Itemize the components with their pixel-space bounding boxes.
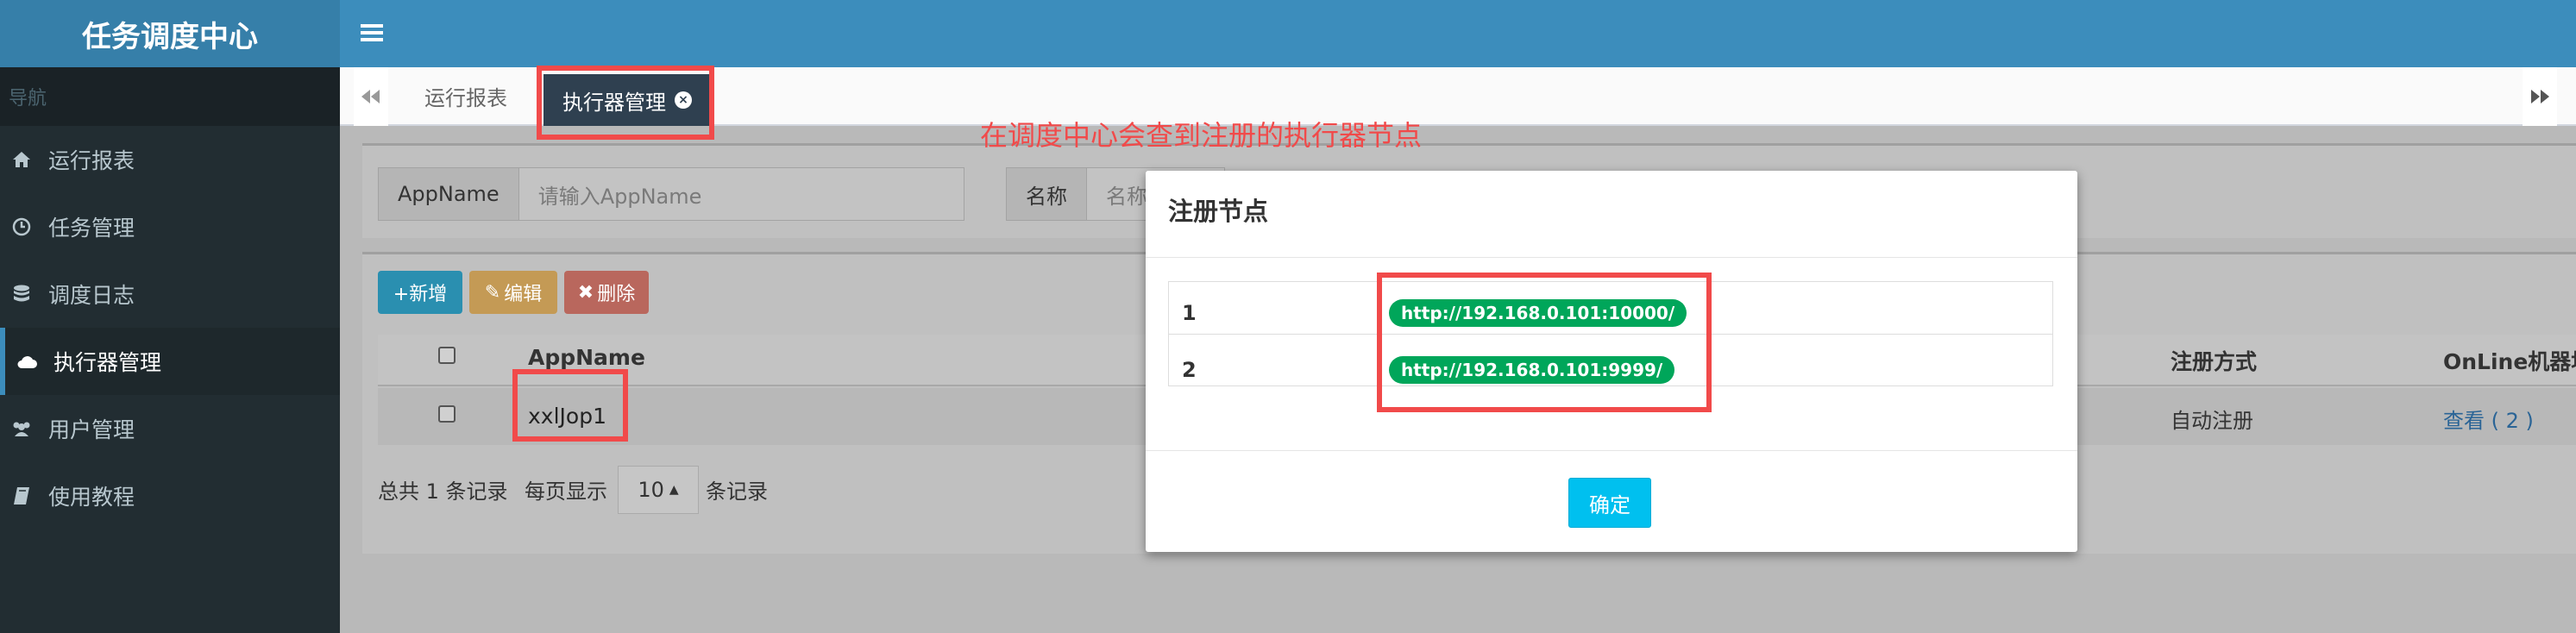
tab-report[interactable]: 运行报表 — [405, 67, 526, 124]
top-header-bar — [340, 0, 2576, 67]
sidebar-item-label: 任务管理 — [48, 216, 135, 241]
modal-title: 注册节点 — [1168, 197, 1269, 226]
row-checkbox[interactable] — [438, 405, 456, 423]
sidebar-item-users[interactable]: 用户管理 — [0, 395, 340, 462]
annotation-highlight-appname — [512, 369, 628, 442]
appname-label: AppName — [378, 167, 519, 221]
modal-header-divider — [1146, 257, 2077, 258]
row-register-type: 自动注册 — [2171, 409, 2253, 433]
node-index: 2 — [1182, 357, 1197, 382]
nav-header: 导航 — [0, 67, 340, 126]
per-page-value: 10 — [638, 478, 664, 502]
sidebar-item-tutorial[interactable]: 使用教程 — [0, 462, 340, 530]
row-online-view-link[interactable]: 查看 ( 2 ) — [2443, 404, 2534, 434]
home-icon — [9, 151, 35, 168]
per-page-select[interactable]: 10 ▲ — [618, 466, 699, 514]
column-header-online[interactable]: OnLine机器地 — [2443, 345, 2576, 376]
name-label: 名称 — [1006, 167, 1087, 221]
sidebar-item-executor[interactable]: 执行器管理 — [0, 328, 340, 395]
tab-scroll-left-icon[interactable] — [354, 67, 388, 126]
tab-scroll-right-icon[interactable] — [2523, 67, 2557, 126]
sidebar-item-logs[interactable]: 调度日志 — [0, 260, 340, 328]
column-header-appname[interactable]: AppName — [528, 345, 645, 370]
ok-button[interactable]: 确定 — [1568, 478, 1651, 528]
menu-toggle-icon[interactable] — [361, 16, 390, 50]
sidebar-item-tasks[interactable]: 任务管理 — [0, 193, 340, 260]
column-header-register-type[interactable]: 注册方式 — [2171, 345, 2257, 376]
edit-icon: ✎ — [484, 281, 501, 304]
records-label: 条记录 — [706, 479, 768, 504]
edit-label: 编辑 — [504, 284, 543, 305]
appname-search-input[interactable]: 请输入AppName — [518, 167, 964, 221]
sidebar-item-label: 使用教程 — [48, 485, 135, 510]
app-logo-title[interactable]: 任务调度中心 — [0, 0, 340, 67]
book-icon — [9, 486, 35, 505]
add-button[interactable]: +新增 — [378, 271, 462, 314]
select-all-checkbox[interactable] — [438, 347, 456, 364]
database-icon — [9, 285, 35, 304]
modal-footer-divider — [1146, 450, 2077, 451]
sidebar-item-label: 用户管理 — [48, 417, 135, 442]
per-page-label: 每页显示 — [525, 479, 607, 504]
total-records-text: 总共 1 条记录 — [378, 479, 508, 504]
annotation-text: 在调度中心会查到注册的执行器节点 — [980, 119, 1423, 152]
clock-icon — [9, 217, 35, 236]
delete-icon: ✖ — [577, 281, 594, 304]
sidebar-item-report[interactable]: 运行报表 — [0, 126, 340, 193]
caret-up-icon: ▲ — [669, 483, 679, 497]
cloud-icon — [14, 354, 40, 369]
node-index: 1 — [1182, 300, 1197, 325]
sidebar-item-label: 调度日志 — [48, 283, 135, 308]
edit-button[interactable]: ✎ 编辑 — [469, 271, 557, 314]
annotation-highlight-nodes — [1377, 273, 1712, 412]
sidebar-item-label: 执行器管理 — [53, 350, 162, 375]
appname-input-group: AppName 请输入AppName — [378, 167, 964, 221]
annotation-highlight-tab — [537, 66, 714, 140]
delete-button[interactable]: ✖ 删除 — [564, 271, 649, 314]
sidebar-item-label: 运行报表 — [48, 148, 135, 173]
delete-label: 删除 — [597, 284, 636, 305]
users-icon — [9, 420, 35, 437]
